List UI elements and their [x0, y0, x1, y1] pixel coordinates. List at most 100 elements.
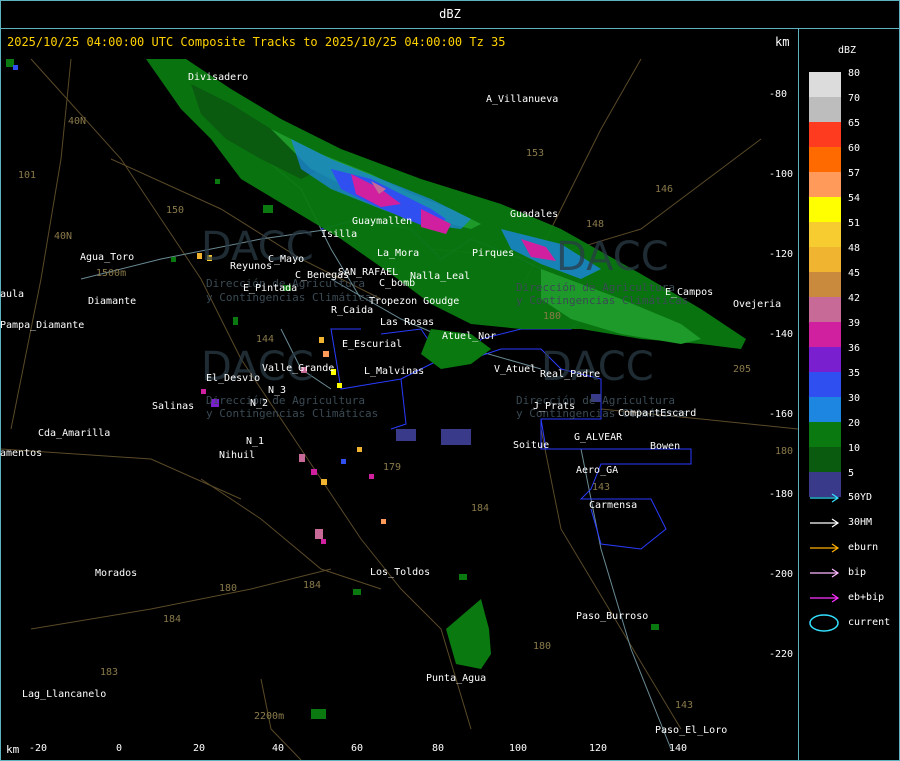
colorbar-swatch: [809, 272, 841, 297]
place-label: Los_Toldos: [370, 567, 431, 578]
colorbar-label: 54: [848, 193, 861, 204]
x-tick: 140: [668, 743, 688, 754]
colorbar-swatch: [809, 222, 841, 247]
arrow-icon: [810, 493, 840, 503]
place-label: C_Benegas: [295, 270, 350, 281]
place-label: La_Mora: [377, 248, 420, 259]
colorbar-swatch: [809, 197, 841, 222]
y-tick: -200: [769, 569, 794, 580]
title-bar: dBZ: [0, 0, 900, 29]
route-label: 146: [655, 184, 674, 195]
x-tick: 100: [508, 743, 528, 754]
colorbar-label: 65: [848, 118, 861, 129]
colorbar-swatch: [809, 247, 841, 272]
place-label: Real_Padre: [540, 369, 601, 380]
colorbar-swatch: [809, 147, 841, 172]
place-label: G_ALVEAR: [574, 432, 623, 443]
place-label: Valle_Grande: [262, 363, 335, 374]
place-label: Paso_Burroso: [576, 611, 649, 622]
route-label: 143: [675, 700, 694, 711]
route-label: 184: [471, 503, 490, 514]
track-legend-label: eb+bip: [848, 592, 885, 603]
track-legend-label: current: [848, 617, 891, 628]
y-tick: -180: [769, 489, 794, 500]
track-legend-label: 50YD: [848, 492, 873, 503]
colorbar-swatch: [809, 297, 841, 322]
map-panel[interactable]: DACC DACC DACC DACC Dirección de Agricul…: [0, 28, 799, 761]
x-tick: -20: [28, 743, 48, 754]
colorbar-label: 70: [848, 93, 861, 104]
route-label: 180: [543, 311, 562, 322]
route-label: 180: [775, 446, 794, 457]
track-legend-icons: [809, 493, 840, 632]
place-label: Aero_GA: [576, 465, 619, 476]
y-tick: -160: [769, 409, 794, 420]
place-label: R_Caida: [331, 305, 374, 316]
colorbar-label: 45: [848, 268, 861, 279]
units-label-top: km: [775, 35, 790, 49]
place-label: Agua_Toro: [80, 252, 135, 263]
colorbar-label: 20: [848, 418, 861, 429]
watermark-line2: y Contingencias Climáticas: [206, 407, 379, 420]
place-label: Nalla_Leal: [410, 271, 471, 282]
colorbar-label: 10: [848, 443, 861, 454]
route-label: 180: [533, 641, 552, 652]
place-label: aula: [0, 289, 25, 300]
route-label: 2200m: [254, 711, 285, 722]
colorbar-swatch: [809, 322, 841, 347]
colorbar-swatch: [809, 172, 841, 197]
colorbar-label: 51: [848, 218, 861, 229]
window-title: dBZ: [439, 7, 461, 21]
y-tick: -140: [769, 329, 794, 340]
colorbar-swatch: [809, 347, 841, 372]
colorbar-swatch: [809, 122, 841, 147]
route-label: 40N: [54, 231, 73, 242]
colorbar-label: 30: [848, 393, 861, 404]
route-label: 144: [256, 334, 275, 345]
arrow-icon: [810, 568, 840, 578]
route-label: 143: [592, 482, 611, 493]
colorbar-swatch: [809, 372, 841, 397]
route-label: 180: [219, 583, 238, 594]
colorbar-label: 57: [848, 168, 861, 179]
place-label: Reyunos: [230, 261, 273, 272]
y-tick: -100: [769, 169, 794, 180]
colorbar-label: 42: [848, 293, 861, 304]
x-tick: 40: [271, 743, 285, 754]
place-label: A_Villanueva: [486, 94, 559, 105]
radar-window: dBZ DACC DACC DACC DACC Dirección de Agr…: [0, 0, 900, 761]
colorbar-swatch: [809, 422, 841, 447]
colorbar-label: 60: [848, 143, 861, 154]
place-label: J_Prats: [533, 401, 576, 412]
units-label-bottom: km: [6, 743, 20, 756]
route-label: 179: [383, 462, 402, 473]
arrow-icon: [810, 518, 840, 528]
route-label: 184: [163, 614, 182, 625]
place-label: Morados: [95, 568, 138, 579]
colorbar-label: 36: [848, 343, 861, 354]
colorbar-swatch: [809, 447, 841, 472]
place-label: Ovejeria: [733, 299, 782, 310]
colorbar-label: 5: [848, 468, 855, 479]
y-tick: -220: [769, 649, 794, 660]
place-label: CompartEscard: [618, 408, 697, 419]
place-label: Las Rosas: [380, 317, 435, 328]
place-label: N_3: [268, 385, 287, 396]
route-label: 153: [526, 148, 545, 159]
place-label: Soitue: [513, 440, 550, 451]
place-label: C_Mayo: [268, 254, 305, 265]
place-label: Carmensa: [589, 500, 638, 511]
x-tick: 60: [350, 743, 364, 754]
place-label: Pampa_Diamante: [0, 320, 85, 331]
place-label: V_Atuel: [494, 364, 537, 375]
y-tick: -120: [769, 249, 794, 260]
arrow-icon: [810, 593, 840, 603]
colorbar-label: 48: [848, 243, 861, 254]
place-label: Lag_Llancanelo: [22, 689, 107, 700]
colorbar-label: 80: [848, 68, 861, 79]
place-label: N_2: [250, 398, 269, 409]
place-label: Divisadero: [188, 72, 249, 83]
route-label: 1500m: [96, 268, 127, 279]
radar-map[interactable]: [1, 29, 798, 760]
track-legend-label: bip: [848, 567, 867, 578]
